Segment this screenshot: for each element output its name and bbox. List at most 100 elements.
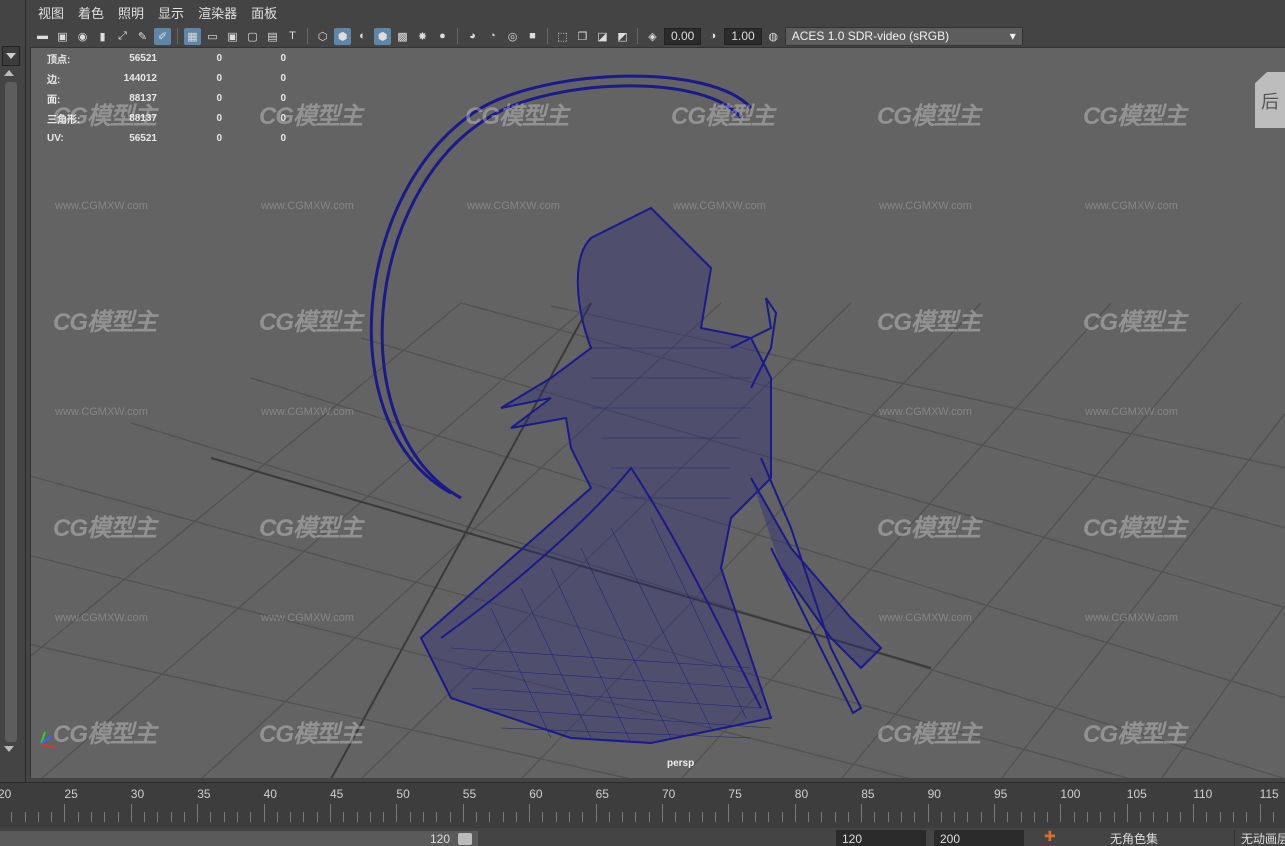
menu-panels[interactable]: 面板: [251, 3, 277, 22]
timeline-tick: [1047, 812, 1049, 822]
timeline-tick-label: 70: [662, 787, 676, 801]
hud-value: 56521: [129, 52, 157, 64]
menu-view[interactable]: 视图: [38, 3, 64, 22]
timeline-tick: [1060, 804, 1062, 822]
gate-mask-icon[interactable]: ▣: [224, 28, 241, 45]
vertical-scrollbar[interactable]: [5, 82, 17, 742]
timeline-tick: [183, 812, 185, 822]
textured-icon[interactable]: ▩: [394, 28, 411, 45]
range-slider-handle[interactable]: [458, 833, 472, 845]
xray-joints-icon[interactable]: ◪: [594, 28, 611, 45]
ambient-occlusion-icon[interactable]: ◕: [464, 28, 481, 45]
anim-layer-dropdown[interactable]: 无动画层: [1234, 830, 1285, 846]
scroll-down-arrow-icon[interactable]: [4, 746, 14, 752]
menu-shading[interactable]: 着色: [78, 3, 104, 22]
lights-icon[interactable]: ✸: [414, 28, 431, 45]
timeline-tick: [834, 812, 836, 822]
xray-icon[interactable]: ❐: [574, 28, 591, 45]
timeline-tick: [515, 812, 517, 822]
left-scroll-strip: [0, 0, 26, 782]
menu-renderer[interactable]: 渲染器: [198, 3, 237, 22]
pencil-active-icon[interactable]: ✐: [154, 27, 171, 45]
menu-show[interactable]: 显示: [158, 3, 184, 22]
depth-of-field-icon[interactable]: ■: [524, 28, 541, 45]
anti-aliasing-icon[interactable]: ◎: [504, 28, 521, 45]
watermark-logo: CG模型主: [671, 103, 775, 130]
timeline-tick: [914, 812, 916, 822]
perspective-viewport[interactable]: 顶点: 56521 0 0 边: 144012 0 0 面: 88137 0 0…: [30, 47, 1285, 778]
timeline-tick-label: 25: [64, 787, 78, 801]
hud-value: 144012: [123, 72, 157, 84]
playback-end-field[interactable]: 200: [934, 830, 1024, 846]
timeline-tick: [263, 804, 265, 822]
timeline-tick: [1153, 812, 1155, 822]
timeline-tick: [77, 812, 79, 822]
hud-value: 0: [216, 52, 222, 64]
pan-zoom-icon[interactable]: ⤢: [114, 28, 131, 45]
timeline-tick: [303, 812, 305, 822]
field-chart-icon[interactable]: ▢: [244, 28, 261, 45]
timeline-tick-label: 105: [1126, 787, 1147, 801]
safe-action-icon[interactable]: ▤: [264, 28, 281, 45]
scroll-up-arrow-icon[interactable]: [4, 70, 14, 76]
timeline-tick-label: 115: [1259, 787, 1279, 801]
timeline-tick-label: 40: [263, 787, 277, 801]
timeline-tick: [117, 812, 119, 822]
panel-menu-button[interactable]: [2, 46, 20, 66]
bookmark-icon[interactable]: ◉: [74, 28, 91, 45]
watermark-logo: CG模型主: [1083, 721, 1187, 748]
default-material-icon[interactable]: ◐: [354, 28, 371, 45]
smooth-shade-icon[interactable]: ⬢: [334, 27, 351, 45]
view-cube[interactable]: 后: [1255, 72, 1285, 128]
timeline-tick: [502, 812, 504, 822]
timeline-tick: [290, 812, 292, 822]
color-management-icon[interactable]: ◍: [765, 28, 782, 45]
timeline-tick: [887, 812, 889, 822]
watermark-url: www.CGMXW.com: [1085, 612, 1178, 624]
gamma-field[interactable]: 1.00: [724, 27, 762, 45]
timeline-tick: [237, 812, 239, 822]
timeline-tick: [542, 812, 544, 822]
timeline-tick: [1219, 812, 1221, 822]
maya-window: 视图 着色 照明 显示 渲染器 面板 ▬ ▣ ◉ ▮ ⤢ ✎ ✐ ▦ ▭ ▣ ▢…: [0, 0, 1285, 846]
grid-icon[interactable]: ▦: [184, 27, 201, 45]
timeline-tick: [728, 804, 730, 822]
safe-title-icon[interactable]: T: [284, 28, 301, 45]
timeline-tick: [462, 804, 464, 822]
range-slider[interactable]: 120: [0, 831, 478, 846]
watermark-url: www.CGMXW.com: [1085, 200, 1178, 212]
character-set-dropdown[interactable]: 无角色集: [1090, 830, 1230, 846]
shadows-icon[interactable]: ●: [434, 28, 451, 45]
motion-blur-icon[interactable]: ◔: [484, 28, 501, 45]
gamma-icon[interactable]: ◑: [704, 28, 721, 45]
menu-lighting[interactable]: 照明: [118, 3, 144, 22]
camera-name-label: persp: [667, 758, 695, 769]
wireframe-on-shaded-icon[interactable]: ⬢: [374, 27, 391, 45]
grease-pencil-icon[interactable]: ✎: [134, 28, 151, 45]
timeline-tick: [741, 812, 743, 822]
view-transform-dropdown[interactable]: ACES 1.0 SDR-video (sRGB) ▾: [784, 26, 1023, 46]
timeline-tick: [449, 812, 451, 822]
isolate-select-icon[interactable]: ⬚: [554, 28, 571, 45]
timeline-tick: [11, 812, 13, 822]
resolution-gate-icon[interactable]: ▭: [204, 28, 221, 45]
watermark-logo: CG模型主: [259, 103, 363, 130]
animation-end-field[interactable]: 120: [836, 830, 926, 846]
watermark-logo: CG模型主: [1083, 515, 1187, 542]
select-camera-icon[interactable]: ▬: [34, 28, 51, 45]
range-end-label: 120: [429, 832, 450, 846]
exposure-field[interactable]: 0.00: [664, 27, 702, 45]
xray-components-icon[interactable]: ◩: [614, 28, 631, 45]
auto-key-icon[interactable]: ✚: [1044, 828, 1060, 846]
timeline-tick-label: 95: [994, 787, 1008, 801]
wireframe-icon[interactable]: ⬡: [314, 28, 331, 45]
timeline-tick-label: 50: [396, 787, 410, 801]
timeline-tick: [874, 812, 876, 822]
film-gate-icon[interactable]: ▮: [94, 28, 111, 45]
camera-attributes-icon[interactable]: ▣: [54, 28, 71, 45]
watermark-logo: CG模型主: [877, 515, 981, 542]
hud-value: 56521: [129, 132, 157, 144]
timeline-tick: [383, 812, 385, 822]
exposure-icon[interactable]: ◈: [644, 28, 661, 45]
time-slider[interactable]: 20 25 30 35 40 45 50 55 60 65 70 75 80 85 90 95 100 105 11…: [0, 782, 1285, 828]
